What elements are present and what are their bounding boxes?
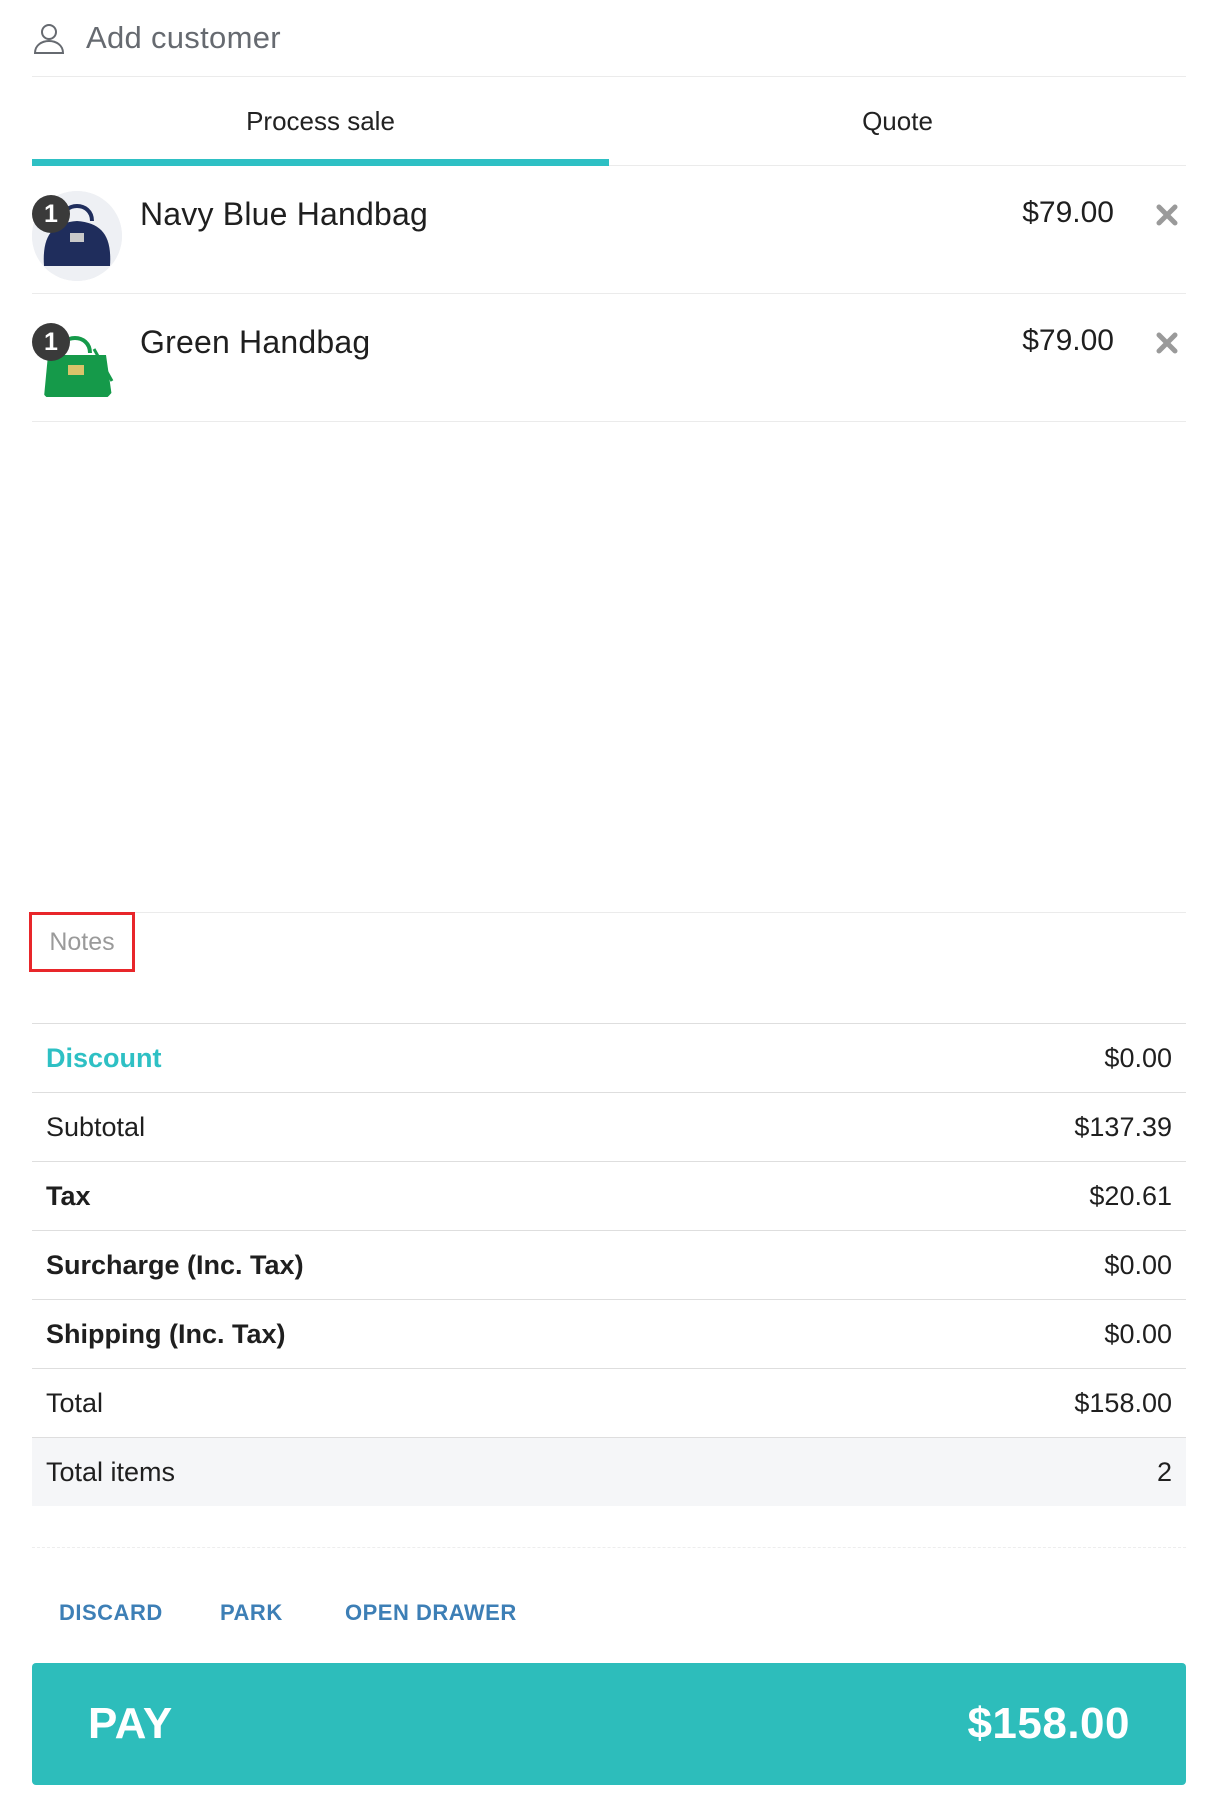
pay-amount: $158.00: [967, 1699, 1130, 1748]
subtotal-row: Subtotal $137.39: [32, 1093, 1186, 1162]
surcharge-label: Surcharge (Inc. Tax): [46, 1249, 304, 1280]
total-items-row: Total items 2: [32, 1438, 1186, 1506]
tab-quote[interactable]: Quote: [609, 77, 1186, 165]
sale-mode-tabs: Process sale Quote: [32, 77, 1186, 166]
pay-label: PAY: [88, 1699, 173, 1748]
surcharge-row: Surcharge (Inc. Tax) $0.00: [32, 1231, 1186, 1300]
tax-row: Tax $20.61: [32, 1162, 1186, 1231]
pay-button[interactable]: PAY $158.00: [32, 1663, 1186, 1785]
line-item[interactable]: 1 Navy Blue Handbag $79.00: [32, 166, 1186, 294]
open-drawer-button[interactable]: OPEN DRAWER: [345, 1600, 517, 1626]
total-items-value: 2: [1156, 1456, 1172, 1487]
tax-label: Tax: [46, 1180, 91, 1211]
totals-table: Discount $0.00 Subtotal $137.39 Tax $20.…: [32, 1023, 1186, 1506]
user-icon: [33, 24, 65, 54]
remove-item-icon[interactable]: [1154, 330, 1180, 356]
quantity-badge: 1: [32, 323, 70, 361]
surcharge-value: $0.00: [1104, 1249, 1172, 1280]
tab-process-sale[interactable]: Process sale: [32, 77, 609, 166]
subtotal-value: $137.39: [1074, 1111, 1172, 1142]
quantity-badge: 1: [32, 195, 70, 233]
tax-value: $20.61: [1089, 1180, 1172, 1211]
discount-row[interactable]: Discount $0.00: [32, 1024, 1186, 1093]
item-name: Navy Blue Handbag: [140, 196, 429, 232]
add-customer-label: Add customer: [86, 20, 281, 55]
shipping-row: Shipping (Inc. Tax) $0.00: [32, 1300, 1186, 1369]
subtotal-label: Subtotal: [46, 1111, 146, 1142]
add-customer-button[interactable]: Add customer: [32, 0, 1186, 77]
shipping-label: Shipping (Inc. Tax): [46, 1318, 286, 1349]
total-row: Total $158.00: [32, 1369, 1186, 1438]
discard-button[interactable]: DISCARD: [59, 1600, 163, 1626]
line-item[interactable]: 1 Green Handbag $79.00: [32, 294, 1186, 422]
actions-divider: [32, 1547, 1186, 1549]
notes-input[interactable]: [35, 926, 129, 958]
park-button[interactable]: PARK: [220, 1600, 283, 1626]
item-price: $79.00: [1022, 324, 1114, 357]
shipping-value: $0.00: [1104, 1318, 1172, 1349]
discount-link[interactable]: Discount: [46, 1043, 162, 1074]
discount-value: $0.00: [1104, 1042, 1172, 1073]
item-price: $79.00: [1022, 196, 1114, 229]
remove-item-icon[interactable]: [1154, 202, 1180, 228]
notes-field-highlight: [29, 912, 135, 972]
notes-section: [29, 912, 1186, 1023]
total-value: $158.00: [1074, 1387, 1172, 1418]
total-items-label: Total items: [46, 1456, 176, 1487]
total-label: Total: [46, 1387, 104, 1418]
item-name: Green Handbag: [140, 324, 371, 360]
